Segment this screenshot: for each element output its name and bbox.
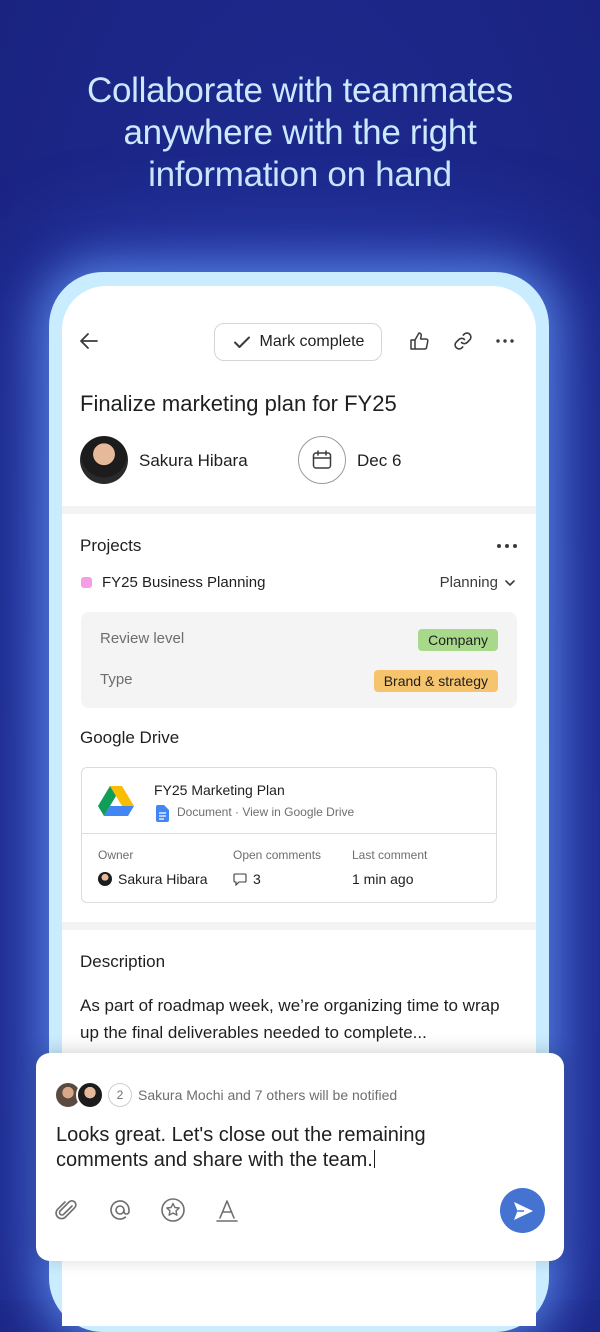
comment-bubble-icon — [233, 872, 247, 886]
headline: Collaborate with teammates anywhere with… — [0, 70, 600, 196]
chevron-down-icon — [505, 579, 515, 586]
field-label-review-level: Review level — [100, 630, 185, 647]
assignee-name[interactable]: Sakura Hibara — [139, 451, 248, 471]
open-comments-value: 3 — [233, 871, 261, 887]
last-comment-value: 1 min ago — [352, 871, 414, 887]
notify-text: Sakura Mochi and 7 others will be notifi… — [138, 1087, 398, 1103]
google-drive-heading: Google Drive — [80, 728, 180, 747]
description-heading: Description — [80, 952, 166, 971]
calendar-icon — [312, 450, 332, 469]
thumbs-up-icon[interactable] — [408, 330, 430, 352]
task-header: Mark complete Finalize marketing plan fo… — [62, 286, 536, 506]
projects-heading: Projects — [80, 536, 142, 555]
mark-complete-button[interactable]: Mark complete — [214, 323, 382, 361]
collaborators-row[interactable]: 2 Sakura Mochi and 7 others will be noti… — [54, 1081, 397, 1109]
owner-avatar — [98, 872, 112, 886]
google-drive-card[interactable]: FY25 Marketing Plan Document · View in G… — [81, 767, 497, 903]
drive-file-subtitle[interactable]: Document · View in Google Drive — [177, 805, 354, 819]
due-date[interactable]: Dec 6 — [357, 451, 401, 471]
headline-line-1: Collaborate with teammates — [86, 71, 513, 110]
description-text[interactable]: As part of roadmap week, we’re organizin… — [80, 992, 520, 1046]
more-icon[interactable] — [494, 330, 516, 352]
last-comment-label: Last comment — [352, 848, 428, 862]
owner-value: Sakura Hibara — [98, 871, 208, 887]
mark-complete-label: Mark complete — [259, 333, 365, 350]
google-docs-icon — [156, 805, 169, 822]
field-value-company[interactable]: Company — [418, 629, 498, 651]
projects-more-icon[interactable] — [496, 543, 518, 549]
owner-name: Sakura Hibara — [118, 871, 208, 887]
drive-file-title[interactable]: FY25 Marketing Plan — [154, 782, 285, 798]
link-icon[interactable] — [452, 330, 474, 352]
text-caret — [373, 1150, 375, 1168]
check-icon — [233, 336, 250, 348]
custom-fields: Review level Company Type Brand & strate… — [81, 612, 517, 708]
back-arrow-icon[interactable] — [78, 330, 100, 352]
assignee-avatar[interactable] — [80, 436, 128, 484]
open-comments-count: 3 — [253, 871, 261, 887]
comment-composer: 2 Sakura Mochi and 7 others will be noti… — [36, 1053, 564, 1261]
open-comments-label: Open comments — [233, 848, 322, 862]
field-label-type: Type — [100, 671, 133, 688]
owner-label: Owner — [98, 848, 134, 862]
text-format-icon[interactable] — [214, 1197, 240, 1223]
comment-input[interactable]: Looks great. Let's close out the remaini… — [56, 1123, 496, 1173]
send-button[interactable] — [500, 1188, 545, 1233]
project-section-dropdown[interactable]: Planning — [440, 574, 516, 591]
google-drive-icon — [98, 786, 134, 816]
headline-line-2: anywhere with the right — [123, 113, 477, 152]
project-name[interactable]: FY25 Business Planning — [102, 574, 265, 591]
headline-line-3: information on hand — [148, 155, 452, 194]
task-title[interactable]: Finalize marketing plan for FY25 — [80, 391, 397, 417]
divider — [82, 833, 496, 834]
field-value-type[interactable]: Brand & strategy — [373, 670, 498, 692]
star-icon[interactable] — [160, 1197, 186, 1223]
mention-icon[interactable] — [107, 1197, 133, 1223]
attach-icon[interactable] — [54, 1197, 80, 1223]
due-date-button[interactable] — [298, 436, 346, 484]
send-icon — [513, 1201, 533, 1220]
comment-input-text: Looks great. Let's close out the remaini… — [56, 1124, 426, 1171]
project-section-label: Planning — [439, 574, 498, 591]
collaborator-count: 2 — [108, 1083, 132, 1107]
collaborator-avatar — [76, 1081, 104, 1109]
project-color-swatch — [81, 577, 92, 588]
